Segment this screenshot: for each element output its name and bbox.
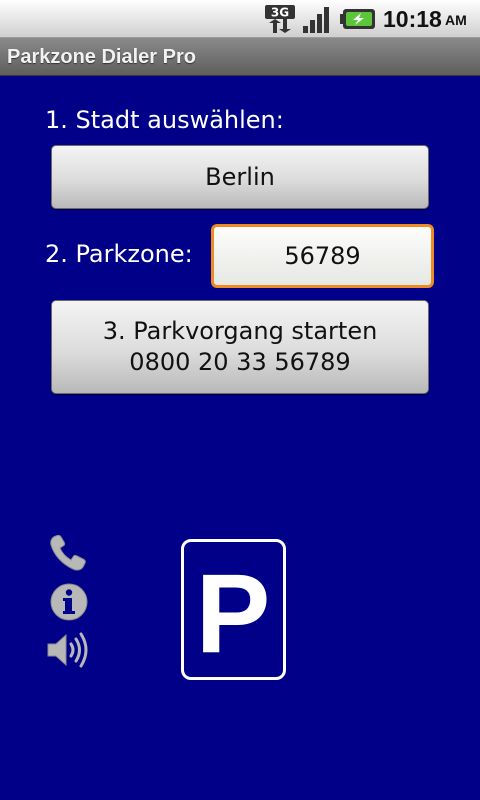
status-bar: 3G 10:18 AM	[0, 0, 480, 38]
battery-charging-icon	[340, 8, 376, 30]
city-select-button[interactable]: Berlin	[51, 145, 429, 209]
network-3g-icon: 3G	[264, 4, 296, 34]
info-icon[interactable]	[49, 582, 91, 622]
clock-time: 10:18	[383, 6, 442, 32]
city-label: 1. Stadt auswählen:	[45, 106, 284, 134]
city-button-label: Berlin	[205, 163, 275, 191]
parkzone-input[interactable]: 56789	[211, 224, 434, 288]
parking-sign-letter: P	[196, 551, 271, 676]
app-title: Parkzone Dialer Pro	[7, 46, 196, 68]
svg-text:3G: 3G	[271, 6, 289, 20]
start-parking-label: 3. Parkvorgang starten	[102, 317, 378, 345]
dial-number-label: 0800 20 33 56789	[129, 348, 351, 376]
title-bar: Parkzone Dialer Pro	[0, 38, 480, 76]
signal-strength-icon	[302, 4, 334, 34]
parking-sign-icon: P	[181, 539, 286, 680]
zone-label: 2. Parkzone:	[45, 240, 193, 268]
speaker-icon[interactable]	[46, 630, 94, 670]
clock-ampm: AM	[445, 12, 467, 28]
phone-icon[interactable]	[48, 533, 90, 573]
start-parking-button[interactable]: 3. Parkvorgang starten 0800 20 33 56789	[51, 300, 429, 394]
